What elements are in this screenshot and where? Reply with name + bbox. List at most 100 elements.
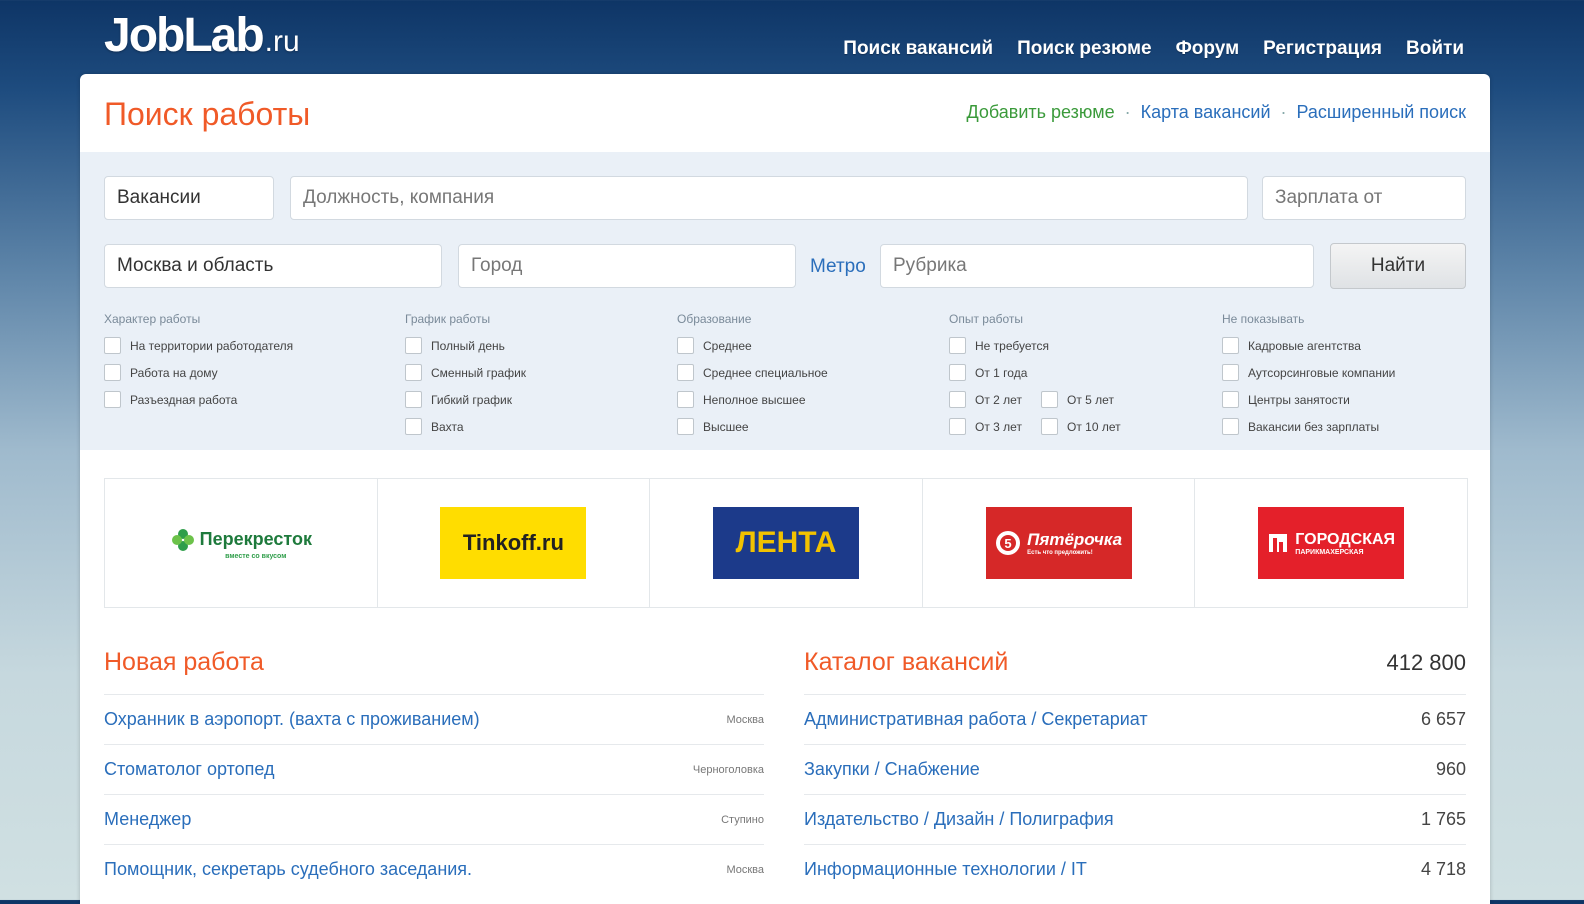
checkbox[interactable] [405,391,422,408]
checkbox-option[interactable]: Гибкий график [405,386,526,413]
checkbox-label: Полный день [431,338,505,353]
catalog-list: Административная работа / Секретариат 6 6… [804,694,1466,894]
checkbox-option[interactable]: От 3 лет [949,413,1025,440]
checkbox-label: От 2 лет [975,392,1022,407]
checkbox-option[interactable]: Неполное высшее [677,386,828,413]
checkbox[interactable] [949,391,966,408]
checkbox[interactable] [949,364,966,381]
checkbox-option[interactable]: Аутсорсинговые компании [1222,359,1395,386]
site-logo[interactable]: JobLab.ru [104,8,300,63]
nav-forum[interactable]: Форум [1176,38,1240,60]
vacancy-map-link[interactable]: Карта вакансий [1141,102,1271,123]
checkbox[interactable] [1041,391,1058,408]
filter-group-title: Опыт работы [949,312,1024,326]
filter-group-title: Характер работы [104,312,201,326]
job-city: Москва [726,863,764,876]
checkbox[interactable] [405,418,422,435]
lenta-logo[interactable]: ЛЕНТА [712,507,859,579]
checkbox[interactable] [677,418,694,435]
employer-logo-cell[interactable]: ЛЕНТА [650,479,923,607]
checkbox-option[interactable]: От 1 года [949,359,1121,386]
region-select[interactable]: Москва и область [104,244,442,288]
checkbox-option[interactable]: Сменный график [405,359,526,386]
job-link[interactable]: Менеджер [104,809,191,830]
gorodskaya-logo[interactable]: ГОРОДСКАЯ ПАРИКМАХЕРСКАЯ [1258,507,1405,579]
checkbox-option[interactable]: Центры занятости [1222,386,1395,413]
nav-register[interactable]: Регистрация [1263,38,1382,60]
checkbox-option[interactable]: Полный день [405,332,526,359]
checkbox-label: От 10 лет [1067,419,1121,434]
checkbox-option[interactable]: Кадровые агентства [1222,332,1395,359]
city-input[interactable] [458,244,796,288]
pyaterochka-logo[interactable]: 5 Пятёрочка Есть что предложить! [985,507,1132,579]
page-links: Добавить резюме · Карта вакансий · Расши… [967,102,1467,123]
checkbox-option[interactable]: Среднее специальное [677,359,828,386]
job-link[interactable]: Помощник, секретарь судебного заседания. [104,859,472,880]
category-link[interactable]: Информационные технологии / IT [804,859,1087,880]
new-jobs-list: Охранник в аэропорт. (вахта с проживание… [104,694,764,894]
job-link[interactable]: Стоматолог ортопед [104,759,275,780]
checkbox-option[interactable]: Вахта [405,413,526,440]
checkbox-option[interactable]: Вакансии без зарплаты [1222,413,1395,440]
rubric-input[interactable] [880,244,1314,288]
category-count: 6 657 [1420,709,1466,729]
checkbox-option[interactable]: От 10 лет [1041,413,1121,440]
checkbox[interactable] [1222,418,1239,435]
checkbox[interactable] [1222,391,1239,408]
tinkoff-logo[interactable]: Tinkoff.ru [440,507,587,579]
checkbox-option[interactable]: Работа на дому [104,359,293,386]
checkbox-option[interactable]: Среднее [677,332,828,359]
filter-group-experience: Опыт работы Не требуется От 1 года От 2 … [949,312,1121,440]
nav-search-vacancies[interactable]: Поиск вакансий [843,38,993,60]
category-link[interactable]: Закупки / Снабжение [804,759,980,780]
nav-search-resumes[interactable]: Поиск резюме [1017,38,1152,60]
job-link[interactable]: Охранник в аэропорт. (вахта с проживание… [104,709,480,730]
checkbox[interactable] [104,364,121,381]
checkbox[interactable] [949,418,966,435]
checkbox-option[interactable]: Не требуется [949,332,1121,359]
logo-tld: .ru [264,25,300,58]
advanced-search-link[interactable]: Расширенный поиск [1297,102,1467,123]
main-card: Поиск работы Добавить резюме · Карта вак… [80,74,1490,904]
checkbox-option[interactable]: На территории работодателя [104,332,293,359]
employer-logo-cell[interactable]: Tinkoff.ru [378,479,651,607]
checkbox[interactable] [104,337,121,354]
metro-link[interactable]: Метро [810,256,866,278]
checkbox-option[interactable]: Высшее [677,413,828,440]
checkbox[interactable] [1222,337,1239,354]
nav-login[interactable]: Войти [1406,38,1464,60]
top-navigation: Поиск вакансий Поиск резюме Форум Регист… [843,38,1464,60]
category-link[interactable]: Издательство / Дизайн / Полиграфия [804,809,1114,830]
checkbox[interactable] [677,391,694,408]
search-type-select[interactable]: Вакансии [104,176,274,220]
checkbox-option[interactable]: Разъездная работа [104,386,293,413]
brand-name: Tinkoff.ru [462,530,564,555]
category-link[interactable]: Административная работа / Секретариат [804,709,1148,730]
employer-logo-cell[interactable]: 5 Пятёрочка Есть что предложить! [923,479,1196,607]
filter-group-title: Не показывать [1222,312,1305,326]
employer-logo-cell[interactable]: Перекресток вместе со вкусом [105,479,378,607]
checkbox[interactable] [104,391,121,408]
checkbox[interactable] [1041,418,1058,435]
checkbox-option[interactable]: От 5 лет [1041,386,1114,413]
employer-logo-cell[interactable]: ГОРОДСКАЯ ПАРИКМАХЕРСКАЯ [1195,479,1467,607]
job-city: Москва [726,713,764,726]
job-city: Ступино [721,813,764,826]
checkbox[interactable] [949,337,966,354]
checkbox[interactable] [677,337,694,354]
checkbox[interactable] [405,364,422,381]
checkbox[interactable] [1222,364,1239,381]
checkbox-option[interactable]: От 2 лет [949,386,1025,413]
perekrestok-logo[interactable]: Перекресток вместе со вкусом [167,507,314,579]
employer-logos: Перекресток вместе со вкусом Tinkoff.ru … [104,478,1468,608]
search-panel: Вакансии Москва и область Метро Найти Ха… [80,152,1490,450]
catalog-total: 412 800 [1386,650,1466,675]
query-input[interactable] [290,176,1248,220]
add-resume-link[interactable]: Добавить резюме [967,102,1115,123]
brand-name: ГОРОДСКАЯ [1295,530,1396,548]
salary-input[interactable] [1262,176,1466,220]
find-button[interactable]: Найти [1330,243,1466,289]
checkbox-label: От 5 лет [1067,392,1114,407]
checkbox[interactable] [405,337,422,354]
checkbox[interactable] [677,364,694,381]
